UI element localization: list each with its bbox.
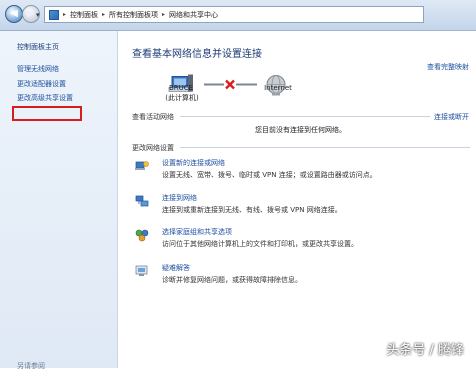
- task-homegroup-title[interactable]: 选择家庭组和共享选项: [162, 227, 232, 237]
- disconnected-x-icon[interactable]: [225, 79, 235, 90]
- homegroup-icon: [135, 229, 149, 242]
- active-networks-label: 查看活动网络: [132, 113, 174, 121]
- chevron-right-icon[interactable]: ▸: [63, 11, 66, 18]
- history-dropdown-icon[interactable]: ▾: [36, 11, 40, 19]
- breadcrumb-all-items[interactable]: 所有控制面板项: [109, 10, 158, 20]
- sidebar-item-change-adapter[interactable]: 更改适配器设置: [17, 79, 66, 89]
- divider: [180, 116, 430, 117]
- control-panel-icon: [49, 9, 59, 20]
- chevron-right-icon[interactable]: ▸: [102, 11, 105, 18]
- task-connect-network-title[interactable]: 连接到网络: [162, 193, 197, 203]
- sidebar-item-manage-wireless[interactable]: 管理无线网络: [17, 64, 59, 74]
- sidebar-home-link[interactable]: 控制面板主页: [17, 42, 59, 52]
- chevron-right-icon[interactable]: ▸: [162, 11, 165, 18]
- sidebar-item-advanced-sharing[interactable]: 更改高级共享设置: [17, 93, 73, 103]
- task-new-connection-title[interactable]: 设置新的连接或网络: [162, 158, 225, 168]
- troubleshoot-icon: [135, 265, 148, 276]
- breadcrumb-network-center[interactable]: 网络和共享中心: [169, 10, 218, 20]
- computer-subtitle: (此计算机): [165, 94, 199, 102]
- highlight-annotation: [12, 106, 82, 121]
- full-map-link[interactable]: 查看完整映射: [427, 62, 469, 72]
- no-connection-status: 您目前没有连接到任何网络。: [255, 126, 346, 134]
- task-new-connection-desc: 设置无线、宽带、拨号、临时或 VPN 连接；或设置路由器或访问点。: [162, 171, 377, 179]
- task-troubleshoot-title[interactable]: 疑难解答: [162, 263, 190, 273]
- connect-disconnect-link[interactable]: 连接或断开: [434, 112, 469, 122]
- see-also-label: 另请参阅: [17, 362, 45, 370]
- task-connect-network-desc: 连接到或重新连接到无线、有线、拨号或 VPN 网络连接。: [162, 206, 342, 214]
- task-new-connection[interactable]: 设置新的连接或网络 设置无线、宽带、拨号、临时或 VPN 连接；或设置路由器或访…: [135, 158, 455, 184]
- task-homegroup-desc: 访问位于其他网络计算机上的文件和打印机，或更改共享设置。: [162, 240, 358, 248]
- back-arrow-icon[interactable]: ◀: [5, 5, 23, 23]
- internet-label: Internet: [264, 84, 292, 92]
- divider: [180, 147, 470, 148]
- new-connection-icon: [135, 161, 149, 170]
- task-troubleshoot[interactable]: 疑难解答 诊断并修复网络问题，或获得故障排除信息。: [135, 263, 455, 289]
- connect-network-icon: [135, 195, 149, 207]
- task-troubleshoot-desc: 诊断并修复网络问题，或获得故障排除信息。: [162, 276, 302, 284]
- task-connect-network[interactable]: 连接到网络 连接到或重新连接到无线、有线、拨号或 VPN 网络连接。: [135, 193, 455, 219]
- watermark-text: 头条号 / 腾锋: [386, 343, 464, 358]
- sidebar: 控制面板主页 管理无线网络 更改适配器设置 更改高级共享设置 另请参阅: [0, 31, 118, 370]
- breadcrumb-control-panel[interactable]: 控制面板: [70, 10, 98, 20]
- computer-name: BRUCE: [168, 84, 194, 92]
- main-content: 查看基本网络信息并设置连接 查看完整映射 BRUCE (此计算机) Intern…: [118, 31, 476, 368]
- change-settings-label: 更改网络设置: [132, 144, 174, 152]
- address-bar: ◀ ▶ ▾ ▸ 控制面板 ▸ 所有控制面板项 ▸ 网络和共享中心: [0, 0, 476, 31]
- breadcrumb[interactable]: ▸ 控制面板 ▸ 所有控制面板项 ▸ 网络和共享中心: [44, 6, 424, 23]
- task-homegroup[interactable]: 选择家庭组和共享选项 访问位于其他网络计算机上的文件和打印机，或更改共享设置。: [135, 227, 455, 253]
